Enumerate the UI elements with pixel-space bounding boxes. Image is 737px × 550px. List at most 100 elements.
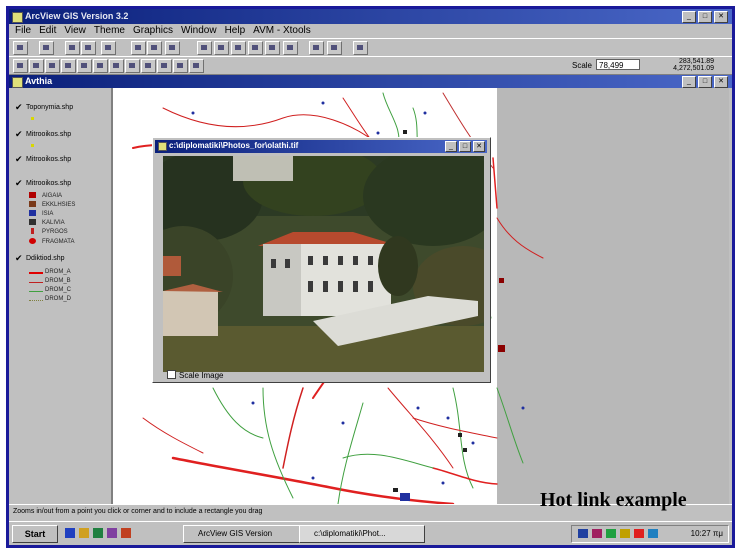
- tray-icon[interactable]: [592, 529, 602, 538]
- zoom-out-tool[interactable]: [93, 59, 108, 73]
- checkmark-icon[interactable]: [15, 156, 22, 163]
- menu-help[interactable]: Help: [225, 25, 246, 36]
- zoom-full-extent-button[interactable]: [197, 41, 212, 55]
- minimize-button[interactable]: _: [682, 11, 696, 23]
- legend-item: DROM_D: [29, 296, 71, 302]
- clock: 10:27 πμ: [690, 529, 723, 538]
- menu-edit[interactable]: Edit: [39, 25, 56, 36]
- hotlink-close-button[interactable]: ✕: [473, 141, 485, 152]
- legend-item: AIGAIA: [29, 192, 62, 199]
- menu-window[interactable]: Window: [181, 25, 217, 36]
- theme-label: Ddiktiod.shp: [26, 255, 65, 262]
- pan-tool[interactable]: [109, 59, 124, 73]
- text-tool[interactable]: [173, 59, 188, 73]
- window-controls: _ □ ✕: [682, 11, 728, 23]
- hut-symbol-icon: [29, 219, 36, 225]
- checkmark-icon[interactable]: [15, 131, 22, 138]
- clear-selection-button[interactable]: [327, 41, 342, 55]
- toc-theme-mitrooikos-1[interactable]: Mitrooikos.shp: [15, 131, 71, 138]
- menu-theme[interactable]: Theme: [94, 25, 125, 36]
- menu-avm-xtools[interactable]: AVM - Xtools: [253, 25, 311, 36]
- query-builder-button[interactable]: [165, 41, 180, 55]
- pointer-tool[interactable]: [29, 59, 44, 73]
- zoom-previous-button[interactable]: [283, 41, 298, 55]
- zoom-selected-button[interactable]: [231, 41, 246, 55]
- legend-item: EKKLHSIES: [29, 201, 75, 208]
- select-features-button[interactable]: [309, 41, 324, 55]
- toc-theme-mitrooikos-3[interactable]: Mitrooikos.shp: [15, 180, 71, 187]
- quick-launch-app-icon[interactable]: [121, 528, 131, 538]
- task-image-viewer[interactable]: c:\diplomatiki\Phot...: [299, 525, 425, 543]
- square-symbol-icon: [29, 192, 36, 198]
- tray-icon[interactable]: [606, 529, 616, 538]
- scale-input[interactable]: 78,499: [596, 59, 640, 70]
- vertex-edit-tool[interactable]: [45, 59, 60, 73]
- scale-label: Scale: [571, 61, 592, 70]
- legend-item: DROM_C: [29, 287, 71, 293]
- zoom-in-tool[interactable]: [77, 59, 92, 73]
- quick-launch-outlook-icon[interactable]: [107, 528, 117, 538]
- measure-tool[interactable]: [125, 59, 140, 73]
- legend-label: DROM_D: [45, 296, 72, 302]
- toc-theme-toponymia[interactable]: Toponymia.shp: [15, 104, 73, 111]
- tray-icon[interactable]: [634, 529, 644, 538]
- zoom-active-themes-button[interactable]: [214, 41, 229, 55]
- menu-graphics[interactable]: Graphics: [133, 25, 173, 36]
- draw-tool[interactable]: [189, 59, 204, 73]
- help-button[interactable]: [353, 41, 368, 55]
- tray-icon[interactable]: [648, 529, 658, 538]
- save-project-button[interactable]: [13, 41, 28, 55]
- close-button[interactable]: ✕: [714, 11, 728, 23]
- task-arcview[interactable]: ArcView GIS Version: [183, 525, 309, 543]
- edit-legend-button[interactable]: [81, 41, 96, 55]
- theme-properties-button[interactable]: [65, 41, 80, 55]
- add-theme-button[interactable]: [39, 41, 54, 55]
- menu-view[interactable]: View: [64, 25, 86, 36]
- view-close-button[interactable]: ✕: [714, 76, 728, 88]
- area-of-interest-tool[interactable]: [157, 59, 172, 73]
- zoom-out-button[interactable]: [265, 41, 280, 55]
- tower-symbol-icon: [31, 228, 34, 234]
- scale-image-label: Scale Image: [179, 371, 224, 380]
- hotlink-tool[interactable]: [141, 59, 156, 73]
- theme-label: Mitrooikos.shp: [26, 156, 72, 163]
- view-title: Avthia: [25, 76, 53, 86]
- open-attribute-table-button[interactable]: [101, 41, 116, 55]
- identify-tool[interactable]: [13, 59, 28, 73]
- menu-bar: File Edit View Theme Graphics Window Hel…: [9, 24, 732, 37]
- tray-icon[interactable]: [578, 529, 588, 538]
- select-feature-tool[interactable]: [61, 59, 76, 73]
- maximize-button[interactable]: □: [698, 11, 712, 23]
- legend-label: AIGAIA: [42, 193, 63, 199]
- windows-taskbar: Start ArcView GIS Version c:\diplomatiki…: [9, 521, 732, 545]
- locate-address-button[interactable]: [147, 41, 162, 55]
- zoom-in-button[interactable]: [248, 41, 263, 55]
- image-icon: [158, 142, 167, 151]
- hotlink-window-controls: _ □ ✕: [445, 141, 485, 152]
- hotlink-maximize-button[interactable]: □: [459, 141, 471, 152]
- view-minimize-button[interactable]: _: [682, 76, 696, 88]
- find-button[interactable]: [131, 41, 146, 55]
- legend-item: DROM_A: [29, 269, 71, 275]
- checkmark-icon[interactable]: [15, 104, 22, 111]
- hotlink-minimize-button[interactable]: _: [445, 141, 457, 152]
- toc-theme-ddiktiod[interactable]: Ddiktiod.shp: [15, 255, 65, 262]
- point-symbol-icon: [31, 144, 34, 147]
- hotlink-image-window[interactable]: c:\diplomatiki\Photos_for\olathi.tif _ □…: [152, 137, 491, 383]
- quick-launch-ie-icon[interactable]: [65, 528, 75, 538]
- start-button[interactable]: Start: [12, 525, 58, 543]
- quick-launch-desktop-icon[interactable]: [93, 528, 103, 538]
- menu-file[interactable]: File: [15, 25, 31, 36]
- checkmark-icon[interactable]: [15, 255, 22, 262]
- toc-theme-mitrooikos-2[interactable]: Mitrooikos.shp: [15, 156, 71, 163]
- checkmark-icon[interactable]: [15, 180, 22, 187]
- scale-image-checkbox[interactable]: Scale Image: [167, 370, 223, 380]
- view-maximize-button[interactable]: □: [698, 76, 712, 88]
- table-of-contents: Toponymia.shp Mitrooikos.shp Mitrooikos.…: [9, 88, 113, 504]
- quick-launch-explorer-icon[interactable]: [79, 528, 89, 538]
- theme-label: Toponymia.shp: [26, 104, 74, 111]
- tray-icon[interactable]: [620, 529, 630, 538]
- checkbox-icon[interactable]: [167, 370, 176, 379]
- legend-label: DROM_B: [45, 278, 71, 284]
- start-label: Start: [24, 529, 46, 539]
